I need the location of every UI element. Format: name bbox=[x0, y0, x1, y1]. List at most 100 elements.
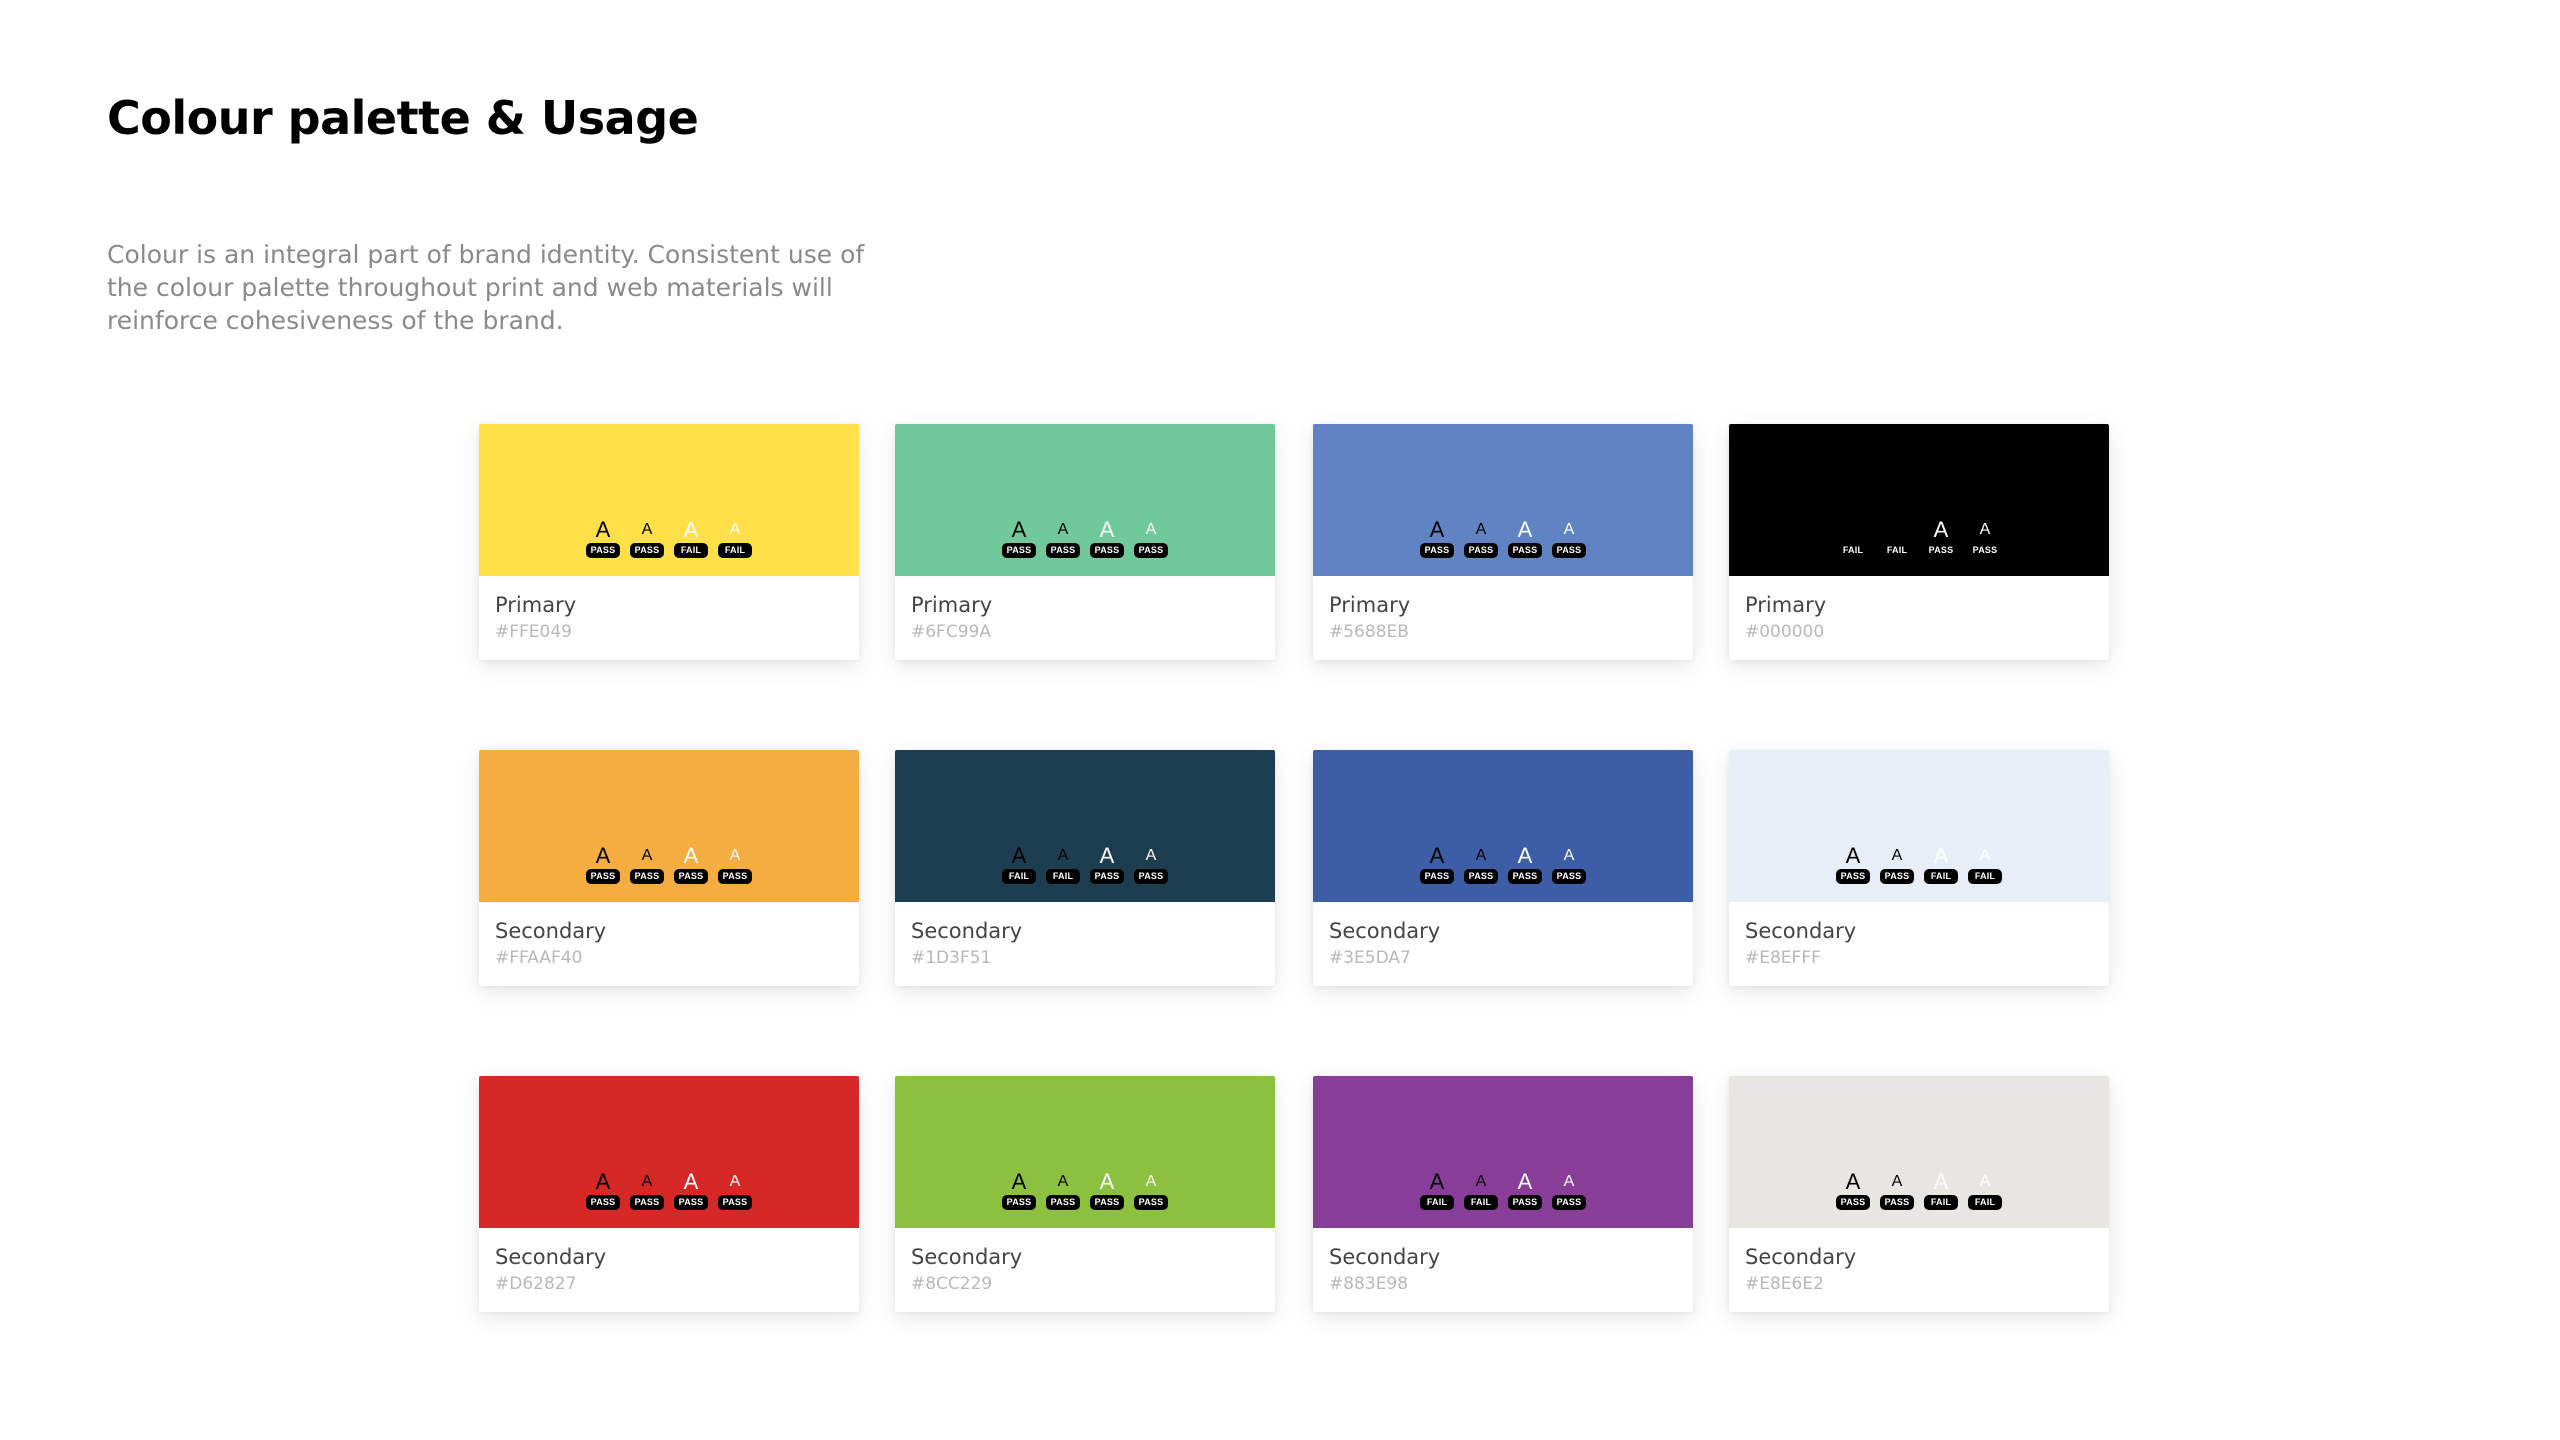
contrast-result-badge: PASS bbox=[1464, 543, 1498, 558]
contrast-result-badge: FAIL bbox=[1886, 545, 1908, 555]
contrast-test: A PASS bbox=[1044, 1171, 1082, 1210]
colour-swatch-grid: A PASS A PASS A FAIL A FAIL Primary #FFE049 A PASS A… bbox=[0, 0, 2560, 1440]
contrast-tests: A PASS A PASS A FAIL A FAIL bbox=[1729, 1171, 2109, 1210]
colour-swatch: A PASS A PASS A PASS A PASS bbox=[479, 1076, 859, 1228]
contrast-tests: A FAIL A FAIL A PASS A PASS bbox=[1313, 1171, 1693, 1210]
contrast-result-badge: PASS bbox=[1090, 543, 1124, 558]
colour-label: Secondary bbox=[1329, 919, 1441, 943]
contrast-sample-letter: A bbox=[641, 521, 653, 538]
contrast-test: A PASS bbox=[1418, 845, 1456, 884]
colour-swatch: A FAIL A FAIL A PASS A PASS bbox=[1729, 424, 2109, 576]
contrast-sample-letter: A bbox=[1057, 1173, 1069, 1190]
colour-card: A PASS A PASS A PASS A PASS Secondary #3E5DA7 bbox=[1313, 750, 1693, 986]
contrast-sample-letter: A bbox=[1933, 1169, 1949, 1194]
contrast-result-badge: PASS bbox=[1134, 1195, 1168, 1210]
contrast-test: A PASS bbox=[1966, 519, 2004, 558]
contrast-sample-letter: A bbox=[1563, 1173, 1575, 1190]
contrast-sample-letter: A bbox=[1145, 1173, 1157, 1190]
contrast-result-badge: PASS bbox=[1552, 1195, 1586, 1210]
contrast-sample-letter: A bbox=[1475, 1173, 1487, 1190]
colour-card: A PASS A PASS A PASS A PASS Secondary #8CC229 bbox=[895, 1076, 1275, 1312]
colour-info: Primary #000000 bbox=[1745, 592, 1826, 644]
contrast-sample-letter: A bbox=[1563, 847, 1575, 864]
colour-hex-code: #000000 bbox=[1745, 622, 1825, 642]
contrast-test: A PASS bbox=[716, 845, 754, 884]
contrast-sample-letter: A bbox=[1933, 843, 1949, 868]
contrast-sample-letter: A bbox=[1475, 847, 1487, 864]
contrast-test: A FAIL bbox=[1922, 845, 1960, 884]
contrast-result-badge: PASS bbox=[1836, 869, 1870, 884]
contrast-test: A PASS bbox=[1000, 519, 1038, 558]
contrast-sample-letter: A bbox=[641, 1173, 653, 1190]
contrast-sample-letter: A bbox=[1145, 521, 1157, 538]
colour-info: Secondary #3E5DA7 bbox=[1329, 918, 1440, 970]
contrast-sample-letter: A bbox=[1517, 1169, 1533, 1194]
contrast-test: A PASS bbox=[584, 845, 622, 884]
contrast-test: A PASS bbox=[672, 1171, 710, 1210]
contrast-test: A FAIL bbox=[716, 519, 754, 558]
contrast-sample-letter: A bbox=[1099, 843, 1115, 868]
colour-swatch: A PASS A PASS A FAIL A FAIL bbox=[479, 424, 859, 576]
contrast-result-badge: PASS bbox=[1420, 869, 1454, 884]
contrast-result-badge: PASS bbox=[1880, 869, 1914, 884]
contrast-result-badge: PASS bbox=[1134, 543, 1168, 558]
contrast-result-badge: PASS bbox=[586, 1195, 620, 1210]
contrast-test: A PASS bbox=[1088, 845, 1126, 884]
contrast-sample-letter: A bbox=[1057, 847, 1069, 864]
contrast-sample-letter: A bbox=[595, 843, 611, 868]
colour-label: Secondary bbox=[495, 919, 607, 943]
contrast-test: A FAIL bbox=[1878, 519, 1916, 558]
colour-swatch: A PASS A PASS A FAIL A FAIL bbox=[1729, 1076, 2109, 1228]
contrast-sample-letter: A bbox=[1891, 1173, 1903, 1190]
contrast-sample-letter: A bbox=[1475, 521, 1487, 538]
colour-label: Secondary bbox=[495, 1245, 607, 1269]
contrast-result-badge: PASS bbox=[674, 869, 708, 884]
contrast-test: A PASS bbox=[1506, 845, 1544, 884]
contrast-sample-letter: A bbox=[1429, 843, 1445, 868]
contrast-result-badge: FAIL bbox=[718, 543, 752, 558]
contrast-result-badge: PASS bbox=[1090, 1195, 1124, 1210]
contrast-sample-letter: A bbox=[1099, 1169, 1115, 1194]
contrast-test: A PASS bbox=[1462, 519, 1500, 558]
contrast-result-badge: FAIL bbox=[1968, 869, 2002, 884]
contrast-test: A FAIL bbox=[1834, 519, 1872, 558]
colour-label: Primary bbox=[1329, 593, 1411, 617]
colour-hex-code: #3E5DA7 bbox=[1329, 948, 1411, 968]
colour-info: Primary #FFE049 bbox=[495, 592, 576, 644]
contrast-sample-letter: A bbox=[683, 517, 699, 542]
contrast-sample-letter: A bbox=[729, 1173, 741, 1190]
colour-label: Primary bbox=[1745, 593, 1827, 617]
colour-label: Secondary bbox=[1745, 919, 1857, 943]
contrast-sample-letter: A bbox=[1145, 847, 1157, 864]
contrast-test: A PASS bbox=[628, 519, 666, 558]
contrast-test: A PASS bbox=[584, 1171, 622, 1210]
colour-swatch: A PASS A PASS A PASS A PASS bbox=[1313, 750, 1693, 902]
contrast-test: A FAIL bbox=[1922, 1171, 1960, 1210]
contrast-test: A PASS bbox=[1878, 1171, 1916, 1210]
colour-label: Secondary bbox=[1745, 1245, 1857, 1269]
contrast-test: A PASS bbox=[1132, 1171, 1170, 1210]
contrast-result-badge: PASS bbox=[1420, 543, 1454, 558]
contrast-test: A PASS bbox=[1132, 519, 1170, 558]
colour-hex-code: #D62827 bbox=[495, 1274, 577, 1294]
contrast-test: A FAIL bbox=[1966, 1171, 2004, 1210]
contrast-sample-letter: A bbox=[1057, 521, 1069, 538]
contrast-tests: A PASS A PASS A PASS A PASS bbox=[479, 845, 859, 884]
contrast-result-badge: PASS bbox=[1090, 869, 1124, 884]
contrast-test: A FAIL bbox=[672, 519, 710, 558]
colour-hex-code: #5688EB bbox=[1329, 622, 1409, 642]
contrast-test: A PASS bbox=[1834, 1171, 1872, 1210]
colour-info: Secondary #D62827 bbox=[495, 1244, 606, 1296]
contrast-result-badge: FAIL bbox=[674, 543, 708, 558]
contrast-result-badge: PASS bbox=[630, 1195, 664, 1210]
colour-info: Secondary #883E98 bbox=[1329, 1244, 1440, 1296]
contrast-result-badge: PASS bbox=[718, 869, 752, 884]
contrast-sample-letter: A bbox=[1845, 1169, 1861, 1194]
colour-hex-code: #E8EFFF bbox=[1745, 948, 1821, 968]
contrast-test: A PASS bbox=[628, 1171, 666, 1210]
contrast-result-badge: PASS bbox=[674, 1195, 708, 1210]
contrast-test: A PASS bbox=[1506, 1171, 1544, 1210]
contrast-result-badge: PASS bbox=[1880, 1195, 1914, 1210]
contrast-sample-letter: A bbox=[1845, 517, 1861, 542]
contrast-test: A PASS bbox=[1550, 1171, 1588, 1210]
